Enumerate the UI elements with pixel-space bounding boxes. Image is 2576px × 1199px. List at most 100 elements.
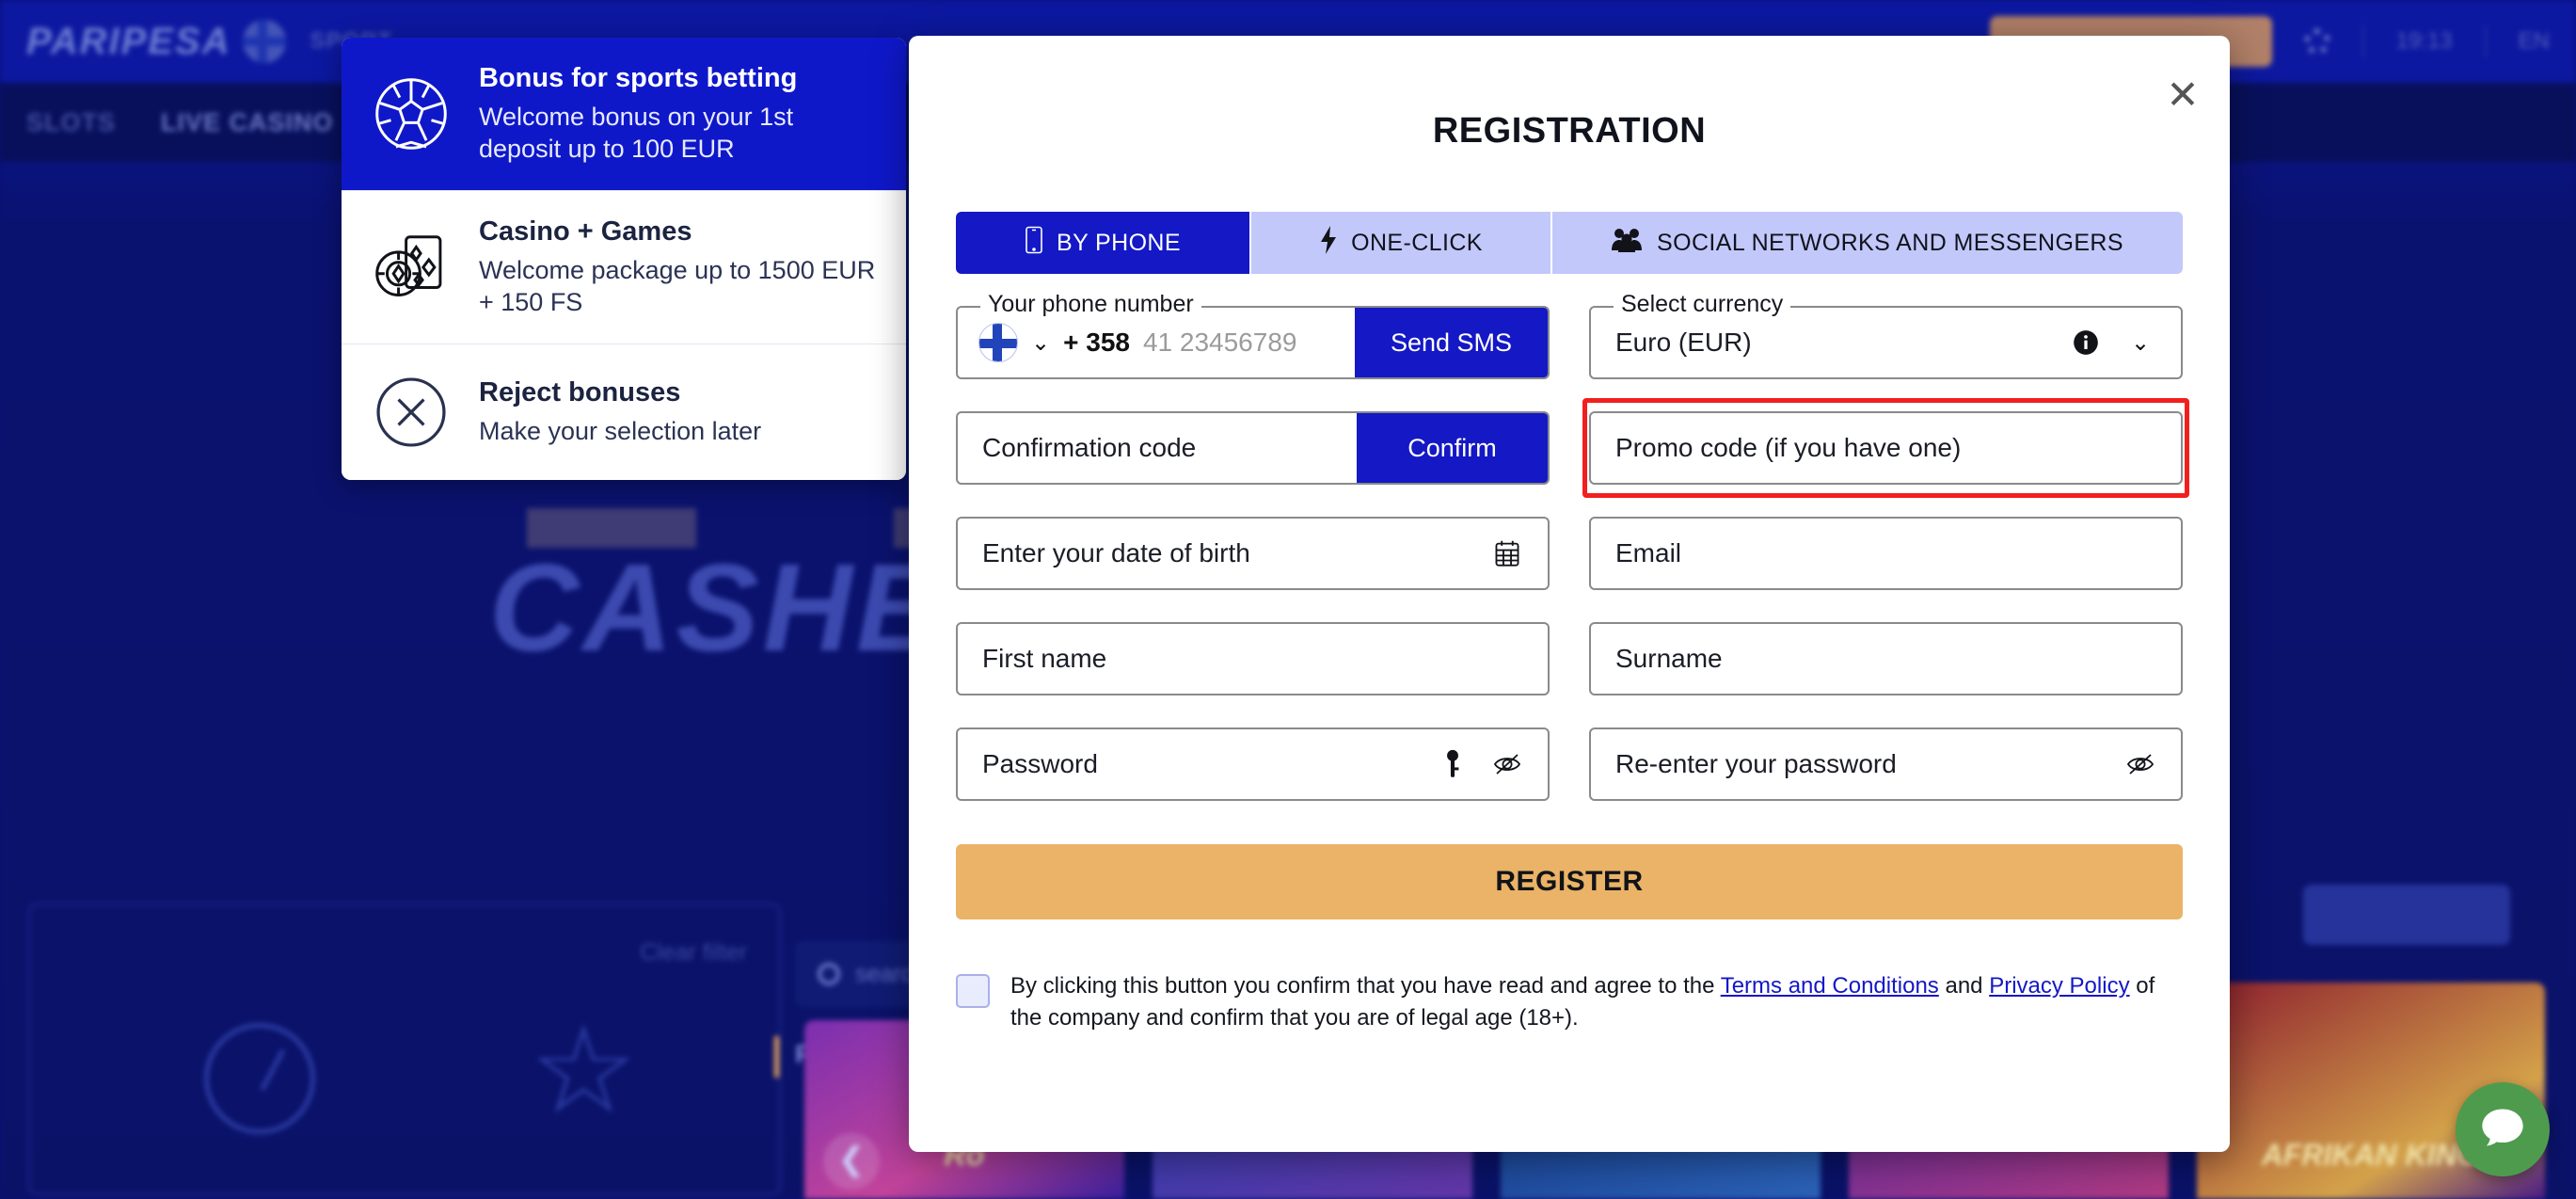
currency-field-wrapper: Select currency Euro (EUR) ⌄ [1589,291,2183,379]
currency-field-legend: Select currency [1614,291,1791,318]
form-row: First name Surname [956,622,2183,695]
chat-bubble-icon [2478,1103,2527,1157]
language-selector[interactable]: EN [2519,28,2550,55]
search-icon [818,963,840,985]
chat-widget-button[interactable] [2456,1082,2550,1176]
close-icon[interactable]: ✕ [2162,75,2203,117]
chevron-down-icon[interactable]: ⌄ [2124,327,2156,359]
registration-modal: ✕ REGISTRATION BY PHONE ONE-CLICK SOCIAL… [909,36,2230,1152]
registration-method-tabs: BY PHONE ONE-CLICK SOCIAL NETWORKS AND M… [956,212,2183,274]
terms-checkbox[interactable] [956,974,990,1008]
dob-icons [1491,537,1548,569]
confirmation-code-field[interactable]: Confirmation code Confirm [956,411,1550,485]
subnav-item-live-casino[interactable]: LIVE CASINO [161,108,334,137]
reject-circle-x-icon [368,369,454,456]
bonus-card-title: Bonus for sports betting [479,63,798,93]
bonus-card-casino[interactable]: Casino + Games Welcome package up to 150… [342,189,906,344]
bonus-selection-panel: Bonus for sports betting Welcome bonus o… [342,38,906,480]
first-name-placeholder: First name [982,644,1107,673]
send-sms-button[interactable]: Send SMS [1355,308,1548,377]
mobile-phone-icon [1025,226,1043,261]
email-placeholder: Email [1615,538,1682,568]
bonus-card-text: Bonus for sports betting Welcome bonus o… [479,62,880,166]
currency-value: Euro (EUR) [1615,328,1752,357]
info-icon[interactable] [2070,327,2102,359]
chevron-down-icon[interactable]: ⌄ [1031,329,1050,357]
email-field[interactable]: Email [1589,517,2183,590]
register-button[interactable]: REGISTER [956,844,2183,919]
tab-label: ONE-CLICK [1351,229,1483,256]
finland-flag-icon[interactable] [978,323,1018,362]
password-repeat-icons [2124,748,2181,780]
surname-wrapper: Surname [1589,622,2183,695]
phone-input-area[interactable]: ⌄ + 358 41 23456789 [958,323,1355,362]
terms-and-conditions-link[interactable]: Terms and Conditions [1721,973,1939,999]
surname-field[interactable]: Surname [1589,622,2183,695]
dial-code: + 358 [1063,328,1130,357]
background-filter-panel: Clear filter ☆ [28,903,781,1195]
phone-placeholder: 41 23456789 [1142,328,1297,357]
password-field[interactable]: Password [956,727,1550,801]
casino-chips-cards-icon [368,224,454,311]
clock-icon[interactable] [204,1023,315,1134]
tab-label: BY PHONE [1057,229,1181,256]
confirmation-code-placeholder: Confirmation code [982,433,1197,462]
bonus-card-subtitle: Make your selection later [479,416,762,445]
finland-flag-icon[interactable] [242,20,286,63]
terms-agreement: By clicking this button you confirm that… [956,970,2183,1034]
tab-by-phone[interactable]: BY PHONE [956,212,1249,274]
lightning-bolt-icon [1319,225,1338,261]
surname-placeholder: Surname [1615,644,1723,673]
eye-off-icon[interactable] [2124,748,2156,780]
divider [2484,25,2487,57]
tab-social-networks[interactable]: SOCIAL NETWORKS AND MESSENGERS [1550,212,2183,274]
clear-filter-link[interactable]: Clear filter [640,939,747,967]
promo-code-wrapper: Promo code (if you have one) [1582,398,2189,498]
password-placeholder: Password [982,749,1098,778]
soccer-ball-icon [368,71,454,157]
confirm-button[interactable]: Confirm [1357,413,1548,483]
bonus-card-text: Casino + Games Welcome package up to 150… [479,216,880,319]
tab-one-click[interactable]: ONE-CLICK [1249,212,1550,274]
eye-off-icon[interactable] [1491,748,1523,780]
date-of-birth-field[interactable]: Enter your date of birth [956,517,1550,590]
privacy-policy-link[interactable]: Privacy Policy [1989,973,2129,999]
terms-middle: and [1938,973,1990,999]
form-row: Enter your date of birth Email [956,517,2183,590]
bonus-card-reject[interactable]: Reject bonuses Make your selection later [342,343,906,480]
date-of-birth-placeholder: Enter your date of birth [982,538,1250,568]
password-repeat-field[interactable]: Re-enter your password [1589,727,2183,801]
password-repeat-wrapper: Re-enter your password [1589,727,2183,801]
confirmation-code-wrapper: Confirmation code Confirm [956,411,1550,485]
bonus-card-sports[interactable]: Bonus for sports betting Welcome bonus o… [342,38,906,190]
key-icon[interactable] [1437,748,1469,780]
phone-field-wrapper: Your phone number ⌄ + 358 41 23456789 Se… [956,291,1550,379]
promo-code-field[interactable]: Promo code (if you have one) [1589,411,2183,485]
email-wrapper: Email [1589,517,2183,590]
hero-title: CASHE [489,538,944,677]
phone-field-legend: Your phone number [980,291,1201,318]
star-icon[interactable]: ☆ [529,1009,640,1134]
form-row: Password Re-enter your password [956,727,2183,801]
promo-code-placeholder: Promo code (if you have one) [1615,433,1962,462]
calendar-icon[interactable] [1491,537,1523,569]
password-wrapper: Password [956,727,1550,801]
bonus-card-title: Casino + Games [479,216,692,247]
site-logo[interactable]: PARIPESA [26,21,231,63]
bonus-card-text: Reject bonuses Make your selection later [479,376,761,447]
gear-icon[interactable] [2303,28,2330,55]
subnav-item-slots[interactable]: SLOTS [26,108,116,137]
form-row: Confirmation code Confirm Promo code (if… [956,398,2189,498]
currency-field-icons: ⌄ [2070,327,2181,359]
page-title: REGISTRATION [1432,111,1707,151]
first-name-field[interactable]: First name [956,622,1550,695]
carousel-prev-icon[interactable]: ❮ [823,1133,880,1190]
terms-prefix: By clicking this button you confirm that… [1010,973,1721,999]
people-group-icon [1612,228,1644,259]
form-row: Your phone number ⌄ + 358 41 23456789 Se… [956,291,2183,379]
show-all-button[interactable] [2303,885,2510,945]
registration-form: Your phone number ⌄ + 358 41 23456789 Se… [909,291,2230,801]
password-icons [1437,748,1548,780]
clock-time[interactable]: 19:13 [2396,28,2453,55]
bonus-card-subtitle: Welcome bonus on your 1st deposit up to … [479,102,794,164]
